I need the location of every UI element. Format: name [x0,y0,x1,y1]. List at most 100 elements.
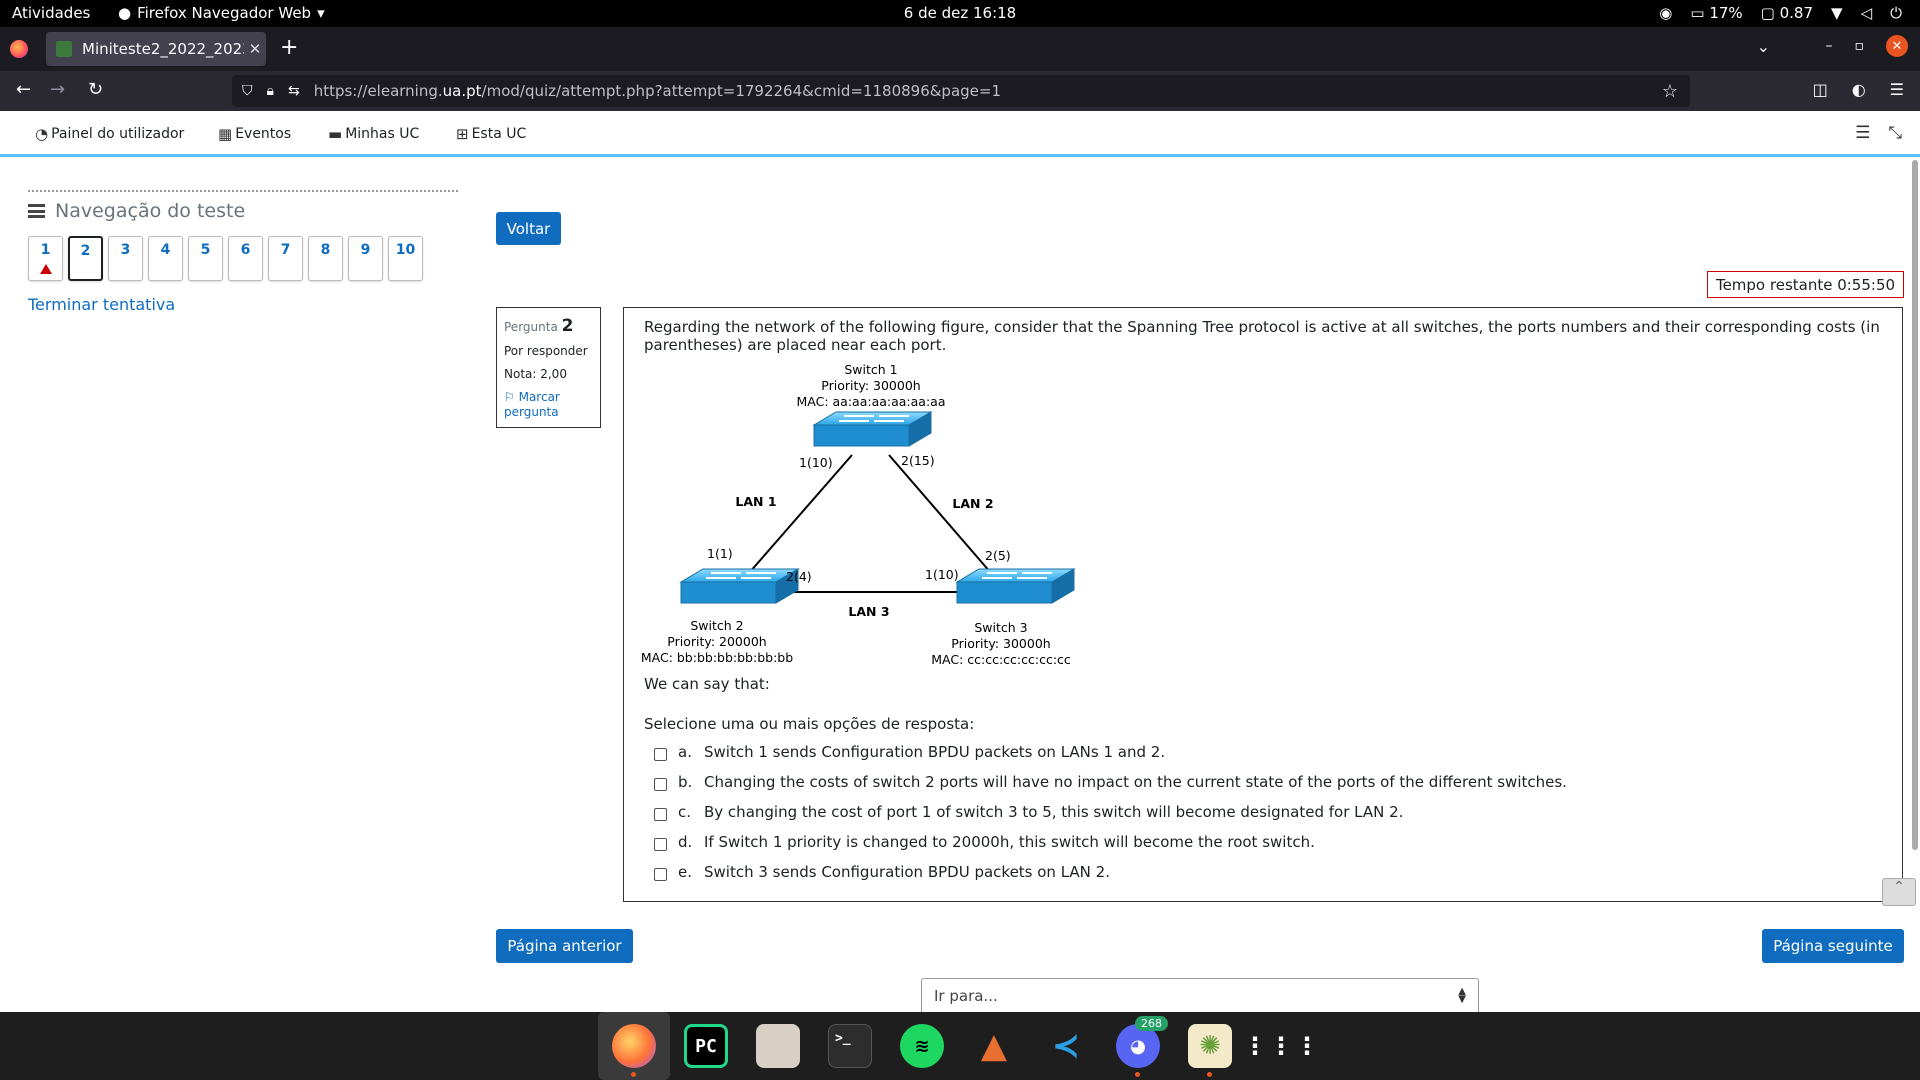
back-arrow-icon[interactable]: ← [16,79,31,100]
url-domain: ua.pt [442,82,482,100]
nav-events[interactable]: ▦ Eventos [218,125,291,143]
load-value: 0.87 [1779,4,1814,22]
firefox-view-icon[interactable] [10,40,28,58]
finish-attempt-link[interactable]: Terminar tentativa [28,295,458,314]
page-scrollbar[interactable] [1912,160,1918,850]
network-diagram: Switch 1 Priority: 30000h MAC: aa:aa:aa:… [639,360,1099,675]
select-prompt: Selecione uma ou mais opções de resposta… [644,715,975,733]
nav-this-course[interactable]: ⊞ Esta UC [456,125,526,143]
question-button-6[interactable]: 6 [228,236,263,281]
question-state: Por responder [504,344,588,358]
back-button[interactable]: Voltar [496,212,561,245]
notification-badge: 268 [1135,1016,1168,1031]
lan2-link [888,454,992,574]
drawer-toggle-icon[interactable]: ☰ [1855,123,1870,143]
answer-option-b[interactable]: b. Changing the costs of switch 2 ports … [654,767,1567,797]
lock-icon[interactable]: 🔒︎ [267,83,274,99]
running-indicator [1135,1072,1140,1077]
answer-option-d[interactable]: d. If Switch 1 priority is changed to 20… [654,827,1567,857]
s2-port2-label: 2(4) [786,569,812,584]
forward-arrow-icon[interactable]: → [50,79,65,100]
nav-my-courses[interactable]: ▬ Minhas UC [328,125,419,143]
pocket-icon[interactable]: ◫ [1813,80,1828,99]
question-text: Regarding the network of the following f… [644,318,1880,355]
nav-my-courses-label: Minhas UC [345,126,420,142]
dock-terminal[interactable]: >_ [814,1012,886,1080]
answer-text[interactable]: If Switch 1 priority is changed to 20000… [704,833,1315,851]
answer-option-c[interactable]: c. By changing the cost of port 1 of swi… [654,797,1567,827]
close-tab-icon[interactable]: ✕ [244,40,266,58]
dock-matlab[interactable]: ▲ [958,1012,1030,1080]
answer-text[interactable]: Changing the costs of switch 2 ports wil… [704,773,1567,791]
question-button-10[interactable]: 10 [388,236,423,281]
switch2-priority: Priority: 20000h [667,634,766,649]
menu-icon[interactable]: ☰ [1890,80,1904,99]
question-button-8[interactable]: 8 [308,236,343,281]
answer-text[interactable]: By changing the cost of port 1 of switch… [704,803,1403,821]
battery-indicator: ▭ 17% [1690,4,1743,22]
answer-letter: b. [678,773,693,791]
browser-toolbar-right: ◫ ◐ ☰ [1813,80,1904,99]
permissions-icon[interactable]: ⇆ [288,83,300,99]
scroll-to-top-button[interactable]: ⌃ [1882,878,1916,906]
question-button-label: 9 [360,242,371,258]
app-grid-icon: ⋮⋮⋮ [1243,1032,1321,1060]
switch1-name: Switch 1 [844,362,897,377]
question-button-5[interactable]: 5 [188,236,223,281]
dock-discord[interactable]: ◕ 268 [1102,1012,1174,1080]
terminal-icon: >_ [828,1024,872,1068]
flag-question-link[interactable]: ⚐ Marcar pergunta [504,390,593,420]
answer-checkbox[interactable] [654,747,667,761]
question-button-3[interactable]: 3 [108,236,143,281]
next-page-button[interactable]: Página seguinte [1762,929,1904,963]
bookmark-star-icon[interactable]: ☆ [1662,81,1678,102]
dock-firefox[interactable] [598,1012,670,1080]
answer-option-e[interactable]: e. Switch 3 sends Configuration BPDU pac… [654,857,1567,887]
browser-tab[interactable]: Miniteste2_2022_2023 (p ✕ [46,32,266,66]
dock-settings-app[interactable]: ✺ [1174,1012,1246,1080]
question-button-label: 3 [120,242,131,258]
question-label: Pergunta [504,320,558,334]
answer-text[interactable]: Switch 1 sends Configuration BPDU packet… [704,743,1165,761]
shield-icon[interactable]: ⛉ [242,83,253,99]
list-tabs-icon[interactable]: ⌄ [1757,37,1770,56]
question-button-4[interactable]: 4 [148,236,183,281]
url-bar[interactable]: ⛉ 🔒︎ ⇆ https://elearning.ua.pt/mod/quiz/… [232,75,1690,107]
power-icon: ⏻ [1890,4,1902,22]
answer-option-a[interactable]: a. Switch 1 sends Configuration BPDU pac… [654,737,1567,767]
system-tray[interactable]: ◉ ▭ 17% ▢ 0.87 ▼ ◁ ⏻ [1659,4,1902,22]
answer-checkbox[interactable] [654,777,667,791]
question-button-1[interactable]: 1 [28,236,63,281]
question-button-7[interactable]: 7 [268,236,303,281]
dock-files[interactable] [742,1012,814,1080]
previous-page-button[interactable]: Página anterior [496,929,633,963]
minimize-icon[interactable]: – [1826,38,1833,54]
question-button-label: 10 [395,242,416,258]
dock-pycharm[interactable]: PC [670,1012,742,1080]
close-window-icon[interactable]: ✕ [1886,35,1908,57]
answer-checkbox[interactable] [654,837,667,851]
switch1-mac: MAC: aa:aa:aa:aa:aa:aa [796,394,945,409]
dock-show-apps[interactable]: ⋮⋮⋮ [1243,1012,1321,1080]
maximize-icon[interactable]: ▫ [1855,38,1865,54]
question-button-2[interactable]: 2 [68,236,103,281]
battery-percent: 17% [1709,4,1743,22]
compress-icon[interactable]: ⤡ [1888,123,1902,143]
spotify-icon: ≋ [900,1024,944,1068]
question-number-row: Pergunta 2 [504,316,593,336]
hamburger-icon[interactable] [28,204,45,218]
nav-dashboard[interactable]: ◔ Painel do utilizador [35,125,184,143]
answer-text[interactable]: Switch 3 sends Configuration BPDU packet… [704,863,1110,881]
jump-to-select[interactable]: Ir para... ▲ ▼ [921,978,1479,1014]
new-tab-button[interactable]: + [280,35,298,60]
tab-title: Miniteste2_2022_2023 (p [82,40,244,58]
dock-spotify[interactable]: ≋ [886,1012,958,1080]
dock-vscode[interactable]: ≺ [1030,1012,1102,1080]
reload-icon[interactable]: ↻ [88,79,103,100]
extension-icon[interactable]: ◐ [1852,80,1866,99]
answer-checkbox[interactable] [654,807,667,821]
window-controls: – ▫ ✕ [1826,35,1908,57]
question-button-9[interactable]: 9 [348,236,383,281]
answer-checkbox[interactable] [654,867,667,881]
clock[interactable]: 6 de dez 16:18 [0,4,1920,22]
